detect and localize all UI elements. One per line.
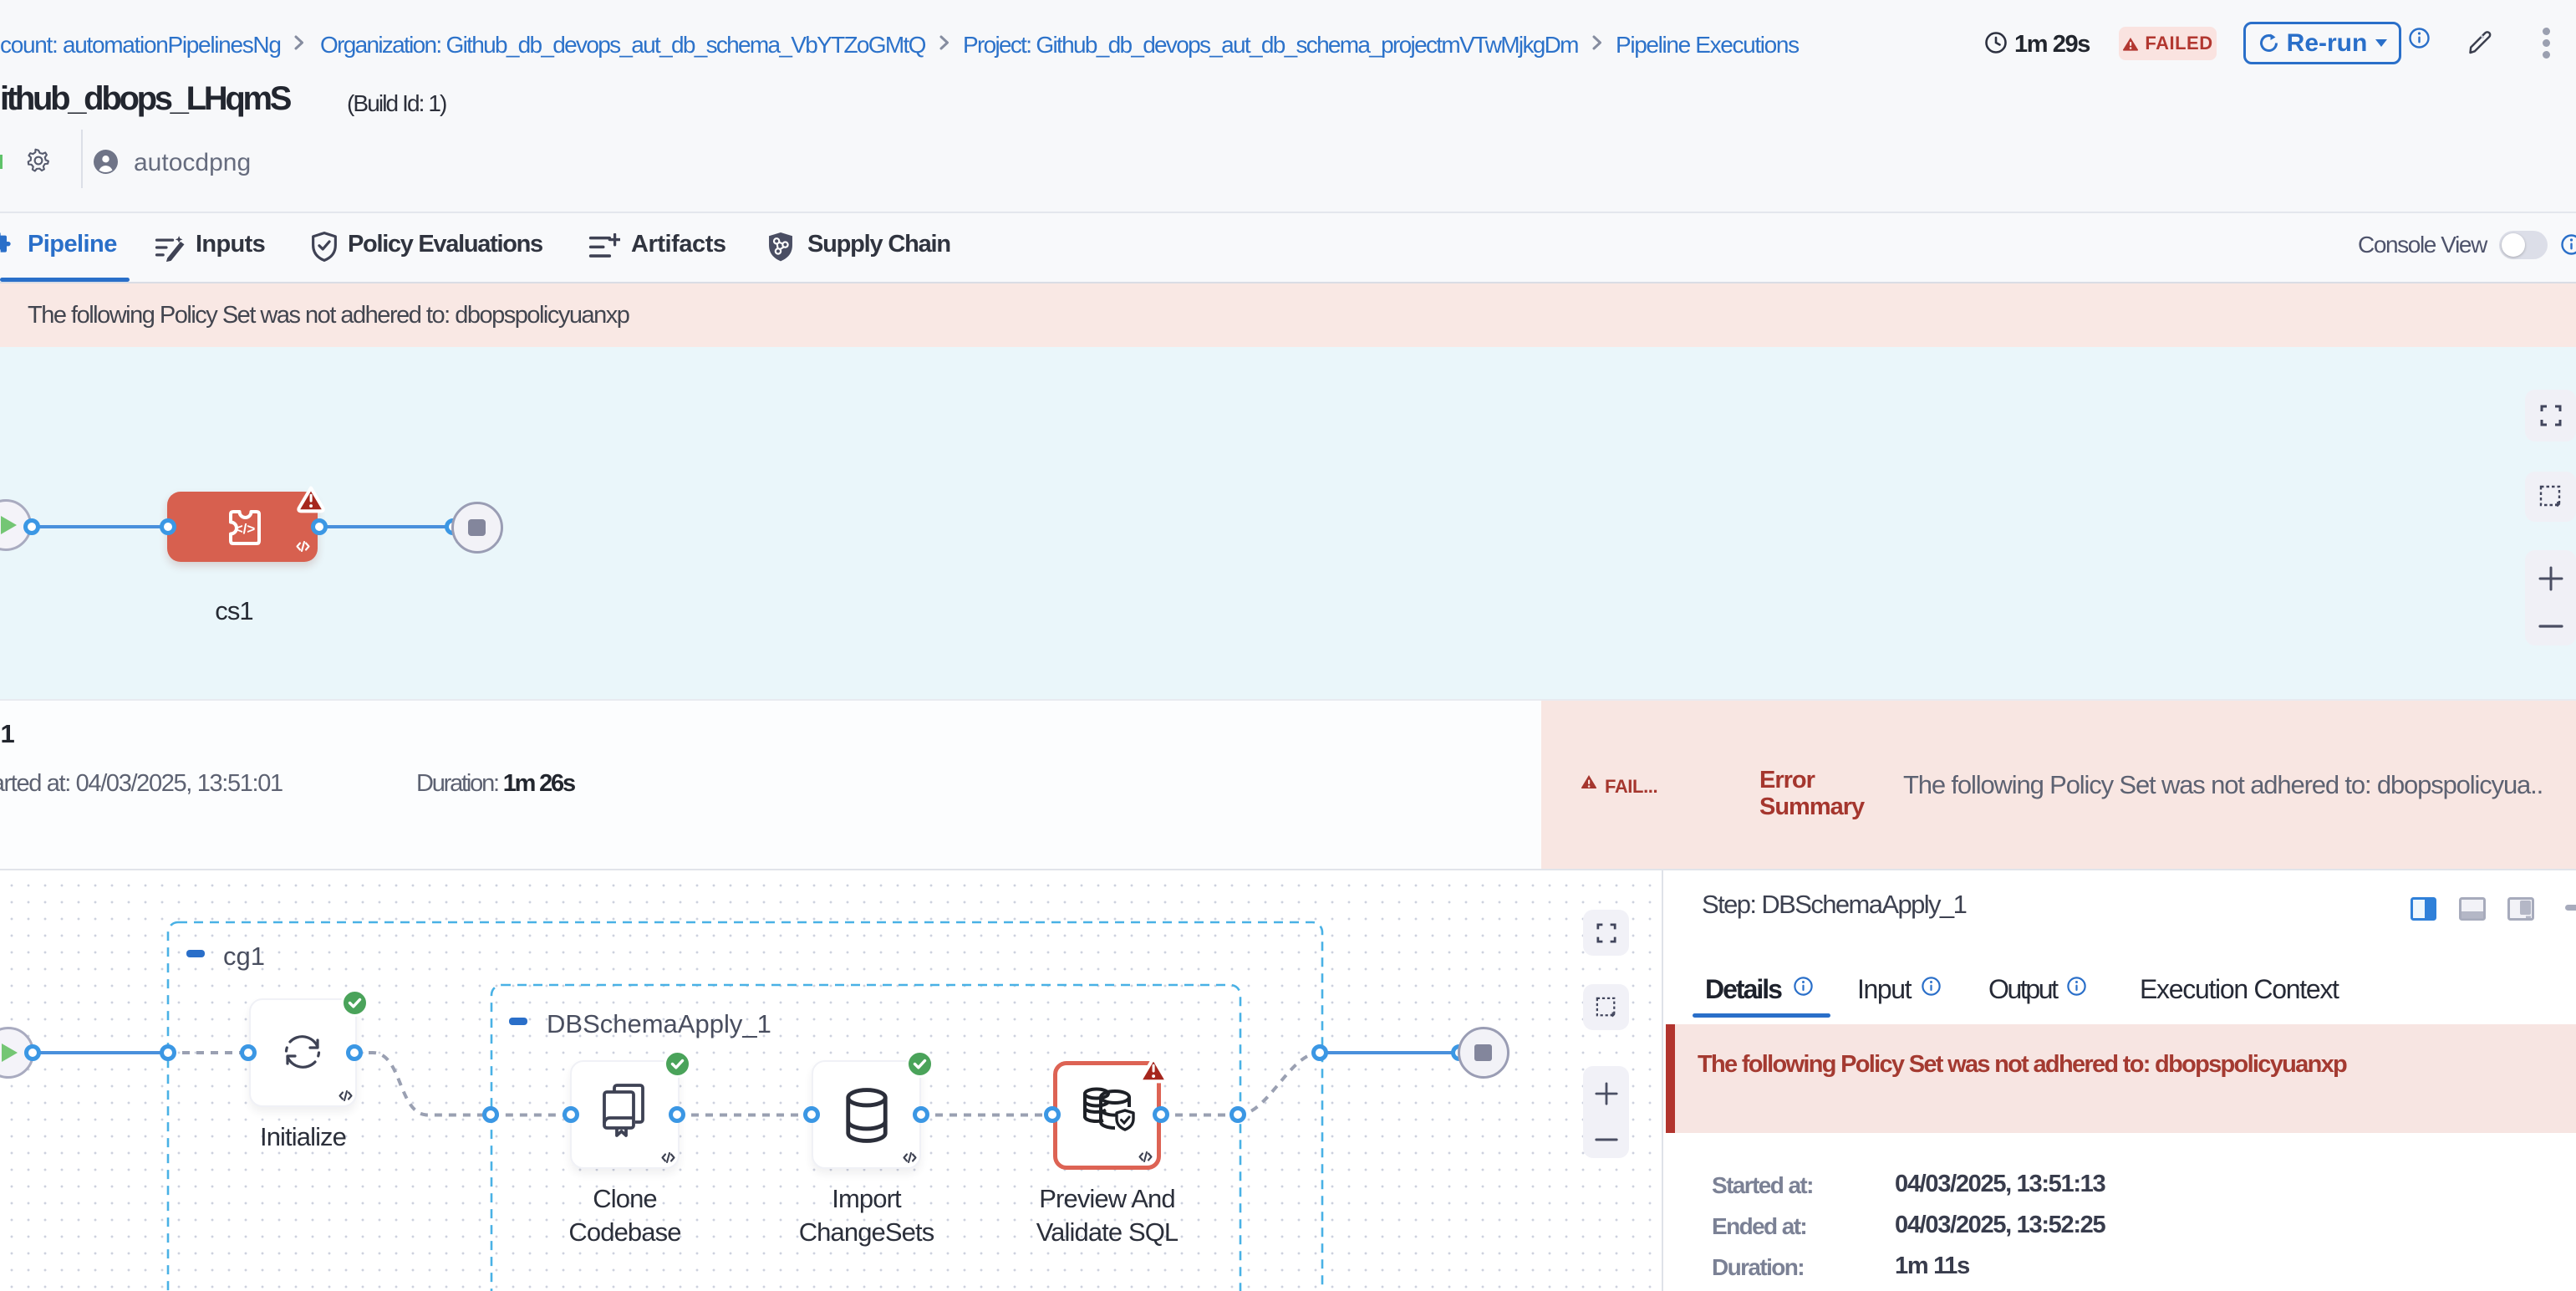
svg-text:</>: </> [235,521,256,537]
